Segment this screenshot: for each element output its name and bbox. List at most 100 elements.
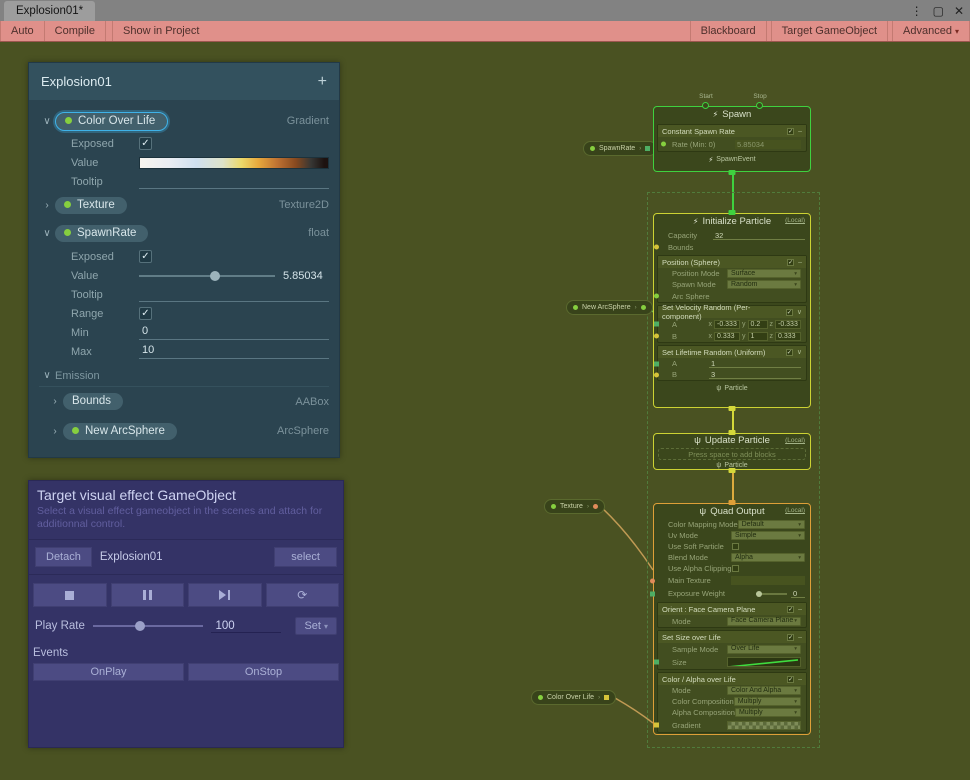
value-field[interactable]: 5.85034	[283, 270, 329, 282]
a-z-field[interactable]: -0.333	[775, 320, 801, 329]
block-enabled-checkbox[interactable]: ✓	[787, 259, 794, 266]
param-node-new-arcsphere[interactable]: New ArcSphere ›	[566, 300, 653, 315]
orient-mode-dropdown[interactable]: Face Camera Plane▾	[727, 617, 801, 626]
a-input-port[interactable]	[654, 322, 659, 327]
block-enabled-checkbox[interactable]: ✓	[787, 128, 794, 135]
block-enabled-checkbox[interactable]: ✓	[787, 676, 794, 683]
update-particle-node[interactable]: ψ Update Particle (Local) Press space to…	[653, 433, 811, 470]
color-mapping-dropdown[interactable]: Default▾	[738, 520, 805, 529]
uv-mode-dropdown[interactable]: Simple▾	[731, 531, 805, 540]
menu-icon[interactable]: ⋮	[911, 4, 923, 18]
param-pill-new-arcsphere[interactable]: New ArcSphere	[63, 423, 177, 440]
maximize-icon[interactable]: ▢	[933, 4, 944, 18]
use-soft-particle-checkbox[interactable]	[732, 543, 739, 550]
output-port[interactable]	[645, 146, 650, 151]
param-pill-spawnrate[interactable]: SpawnRate	[55, 225, 148, 242]
a-input-port[interactable]	[654, 361, 659, 366]
slider-knob[interactable]	[135, 621, 145, 631]
output-port[interactable]	[604, 695, 609, 700]
particle-out-port[interactable]	[729, 406, 736, 411]
onstop-button[interactable]: OnStop	[188, 663, 339, 681]
param-node-spawnrate[interactable]: SpawnRate ›	[583, 141, 657, 156]
block-enabled-checkbox[interactable]: ✓	[787, 606, 794, 613]
range-checkbox[interactable]: ✓	[139, 307, 152, 320]
color-composition-dropdown[interactable]: Multiply▾	[734, 697, 801, 706]
target-gameobject-toggle-button[interactable]: Target GameObject	[771, 21, 888, 41]
param-node-color-over-life[interactable]: Color Over Life ›	[531, 690, 616, 705]
initialize-particle-node[interactable]: ⚡ Initialize Particle (Local) Capacity 3…	[653, 213, 811, 408]
chevron-down-icon[interactable]: ∨	[39, 116, 55, 127]
chevron-right-icon[interactable]: ›	[39, 200, 55, 211]
collapse-icon[interactable]: –	[798, 128, 802, 135]
arcsphere-input-port[interactable]	[654, 294, 659, 299]
play-rate-field[interactable]: 100	[211, 620, 281, 633]
block-orient[interactable]: Orient : Face Camera Plane ✓ – Mode Face…	[657, 602, 807, 628]
max-field[interactable]: 10	[139, 344, 329, 359]
close-icon[interactable]: ✕	[954, 4, 964, 18]
min-field[interactable]: 0	[139, 325, 329, 340]
param-pill-bounds[interactable]: Bounds	[63, 393, 123, 410]
bounds-input-port[interactable]	[654, 245, 659, 250]
onplay-button[interactable]: OnPlay	[33, 663, 184, 681]
empty-blocks-placeholder[interactable]: Press space to add blocks	[658, 448, 806, 460]
block-set-velocity-random[interactable]: Set Velocity Random (Per-component) ✓ ∨ …	[657, 305, 807, 343]
stop-button[interactable]	[33, 583, 107, 607]
set-rate-button[interactable]: Set▾	[295, 617, 337, 635]
a-x-field[interactable]: -0.333	[714, 320, 740, 329]
b-x-field[interactable]: 0.333	[714, 332, 740, 341]
auto-button[interactable]: Auto	[0, 21, 45, 41]
collapse-icon[interactable]: ∨	[797, 348, 802, 356]
chevron-down-icon[interactable]: ∨	[39, 228, 55, 239]
slider-knob[interactable]	[756, 591, 762, 597]
detach-button[interactable]: Detach	[35, 547, 92, 567]
rate-input-port[interactable]	[661, 142, 666, 147]
show-in-project-button[interactable]: Show in Project	[112, 21, 209, 41]
alpha-composition-dropdown[interactable]: Multiply▾	[735, 708, 801, 717]
chevron-right-icon[interactable]: ›	[39, 396, 63, 407]
b-z-field[interactable]: 0.333	[775, 332, 801, 341]
play-rate-slider[interactable]	[93, 625, 203, 627]
output-port[interactable]	[641, 305, 646, 310]
main-texture-input-port[interactable]	[650, 578, 655, 583]
tooltip-field[interactable]	[139, 287, 329, 302]
param-pill-color-over-life[interactable]: Color Over Life	[55, 112, 168, 131]
particle-out-port[interactable]	[729, 468, 736, 473]
space-toggle-link[interactable]: (Local)	[785, 507, 805, 514]
spawn-event-out-port[interactable]	[729, 170, 736, 175]
graph-canvas[interactable]: Explosion01 + ∨ Color Over Life Gradient…	[0, 42, 970, 780]
pause-button[interactable]	[111, 583, 185, 607]
add-parameter-icon[interactable]: +	[318, 73, 327, 91]
compile-button[interactable]: Compile	[45, 21, 106, 41]
exposure-weight-port[interactable]	[650, 591, 655, 596]
sample-mode-dropdown[interactable]: Over Life▾	[727, 645, 801, 654]
collapse-icon[interactable]: –	[798, 676, 802, 683]
gradient-input-port[interactable]	[654, 723, 659, 728]
size-curve-field[interactable]	[727, 657, 801, 667]
block-enabled-checkbox[interactable]: ✓	[786, 349, 793, 356]
blackboard-toggle-button[interactable]: Blackboard	[690, 21, 767, 41]
category-emission[interactable]: ∨ Emission	[39, 365, 329, 387]
b-input-port[interactable]	[654, 372, 659, 377]
chevron-right-icon[interactable]: ›	[39, 426, 63, 437]
param-node-texture[interactable]: Texture ›	[544, 499, 605, 514]
collapse-icon[interactable]: –	[798, 606, 802, 613]
spawn-context-node[interactable]: Start Stop ⚡ Spawn Constant Spawn Rate ✓…	[653, 106, 811, 172]
position-mode-dropdown[interactable]: Surface▾	[727, 269, 801, 278]
slider-knob[interactable]	[210, 271, 220, 281]
exposed-checkbox[interactable]: ✓	[139, 137, 152, 150]
quad-output-node[interactable]: ψ Quad Output (Local) Color Mapping Mode…	[653, 503, 811, 735]
exposure-field[interactable]: 0	[791, 589, 805, 598]
collapse-icon[interactable]: ∨	[797, 308, 802, 316]
b-input-port[interactable]	[654, 334, 659, 339]
block-position-sphere[interactable]: Position (Sphere) ✓ – Position Mode Surf…	[657, 255, 807, 303]
mode-dropdown[interactable]: Color And Alpha▾	[727, 686, 801, 695]
block-color-alpha-over-life[interactable]: Color / Alpha over Life ✓ – Mode Color A…	[657, 672, 807, 733]
param-pill-texture[interactable]: Texture	[55, 197, 127, 214]
block-constant-spawn-rate[interactable]: Constant Spawn Rate ✓ – Rate (Min: 0) 5.…	[657, 124, 807, 152]
tooltip-field[interactable]	[139, 174, 329, 189]
window-tab[interactable]: Explosion01*	[4, 1, 95, 21]
use-alpha-clipping-checkbox[interactable]	[732, 565, 739, 572]
block-enabled-checkbox[interactable]: ✓	[786, 309, 793, 316]
capacity-field[interactable]: 32	[713, 231, 805, 240]
blend-mode-dropdown[interactable]: Alpha▾	[731, 553, 805, 562]
